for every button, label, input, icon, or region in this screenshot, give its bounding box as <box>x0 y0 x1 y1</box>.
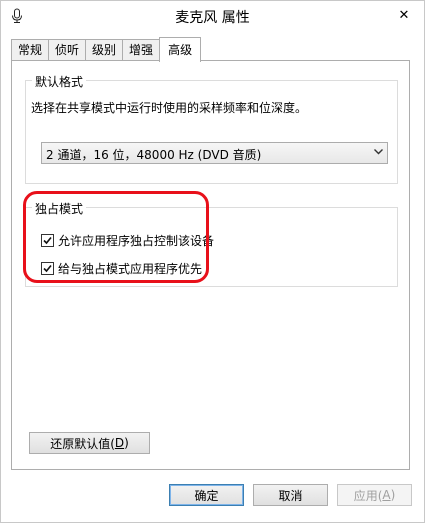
title-bar[interactable]: 麦克风 属性 ✕ <box>1 1 424 31</box>
exclusive-mode-title: 独占模式 <box>32 200 87 217</box>
ok-button[interactable]: 确定 <box>169 484 244 506</box>
checkmark-icon <box>43 264 52 273</box>
default-format-title: 默认格式 <box>32 73 87 90</box>
tab-levels[interactable]: 级别 <box>85 39 124 61</box>
apply-button[interactable]: 应用(A) <box>337 484 412 506</box>
allow-exclusive-control-checkbox[interactable] <box>41 234 54 247</box>
cancel-button[interactable]: 取消 <box>253 484 328 506</box>
format-dropdown-value: 2 通道，16 位，48000 Hz (DVD 音质) <box>46 148 262 162</box>
tab-strip: 常规 侦听 级别 增强 高级 <box>11 37 202 62</box>
tab-listen[interactable]: 侦听 <box>48 39 87 61</box>
close-button[interactable]: ✕ <box>392 4 416 26</box>
restore-defaults-button[interactable]: 还原默认值(D) <box>29 432 150 454</box>
window-title: 麦克风 属性 <box>175 10 250 26</box>
allow-exclusive-control-label: 允许应用程序独占控制该设备 <box>58 234 215 248</box>
format-dropdown[interactable]: 2 通道，16 位，48000 Hz (DVD 音质) <box>41 142 388 164</box>
tab-general[interactable]: 常规 <box>11 39 50 61</box>
close-icon: ✕ <box>398 7 410 23</box>
properties-window: 麦克风 属性 ✕ 常规 侦听 级别 增强 高级 默认格式 选择在共享模式中运行时… <box>0 0 425 523</box>
chevron-down-icon <box>374 149 383 155</box>
tab-advanced[interactable]: 高级 <box>159 37 202 62</box>
checkmark-icon <box>43 236 52 245</box>
exclusive-priority-option[interactable]: 给与独占模式应用程序优先 <box>41 260 202 277</box>
allow-exclusive-control-option[interactable]: 允许应用程序独占控制该设备 <box>41 232 214 249</box>
exclusive-priority-checkbox[interactable] <box>41 262 54 275</box>
default-format-group: 默认格式 <box>25 73 398 184</box>
exclusive-priority-label: 给与独占模式应用程序优先 <box>58 262 203 276</box>
default-format-description: 选择在共享模式中运行时使用的采样频率和位深度。 <box>31 101 308 115</box>
tab-enhancements[interactable]: 增强 <box>122 39 161 61</box>
